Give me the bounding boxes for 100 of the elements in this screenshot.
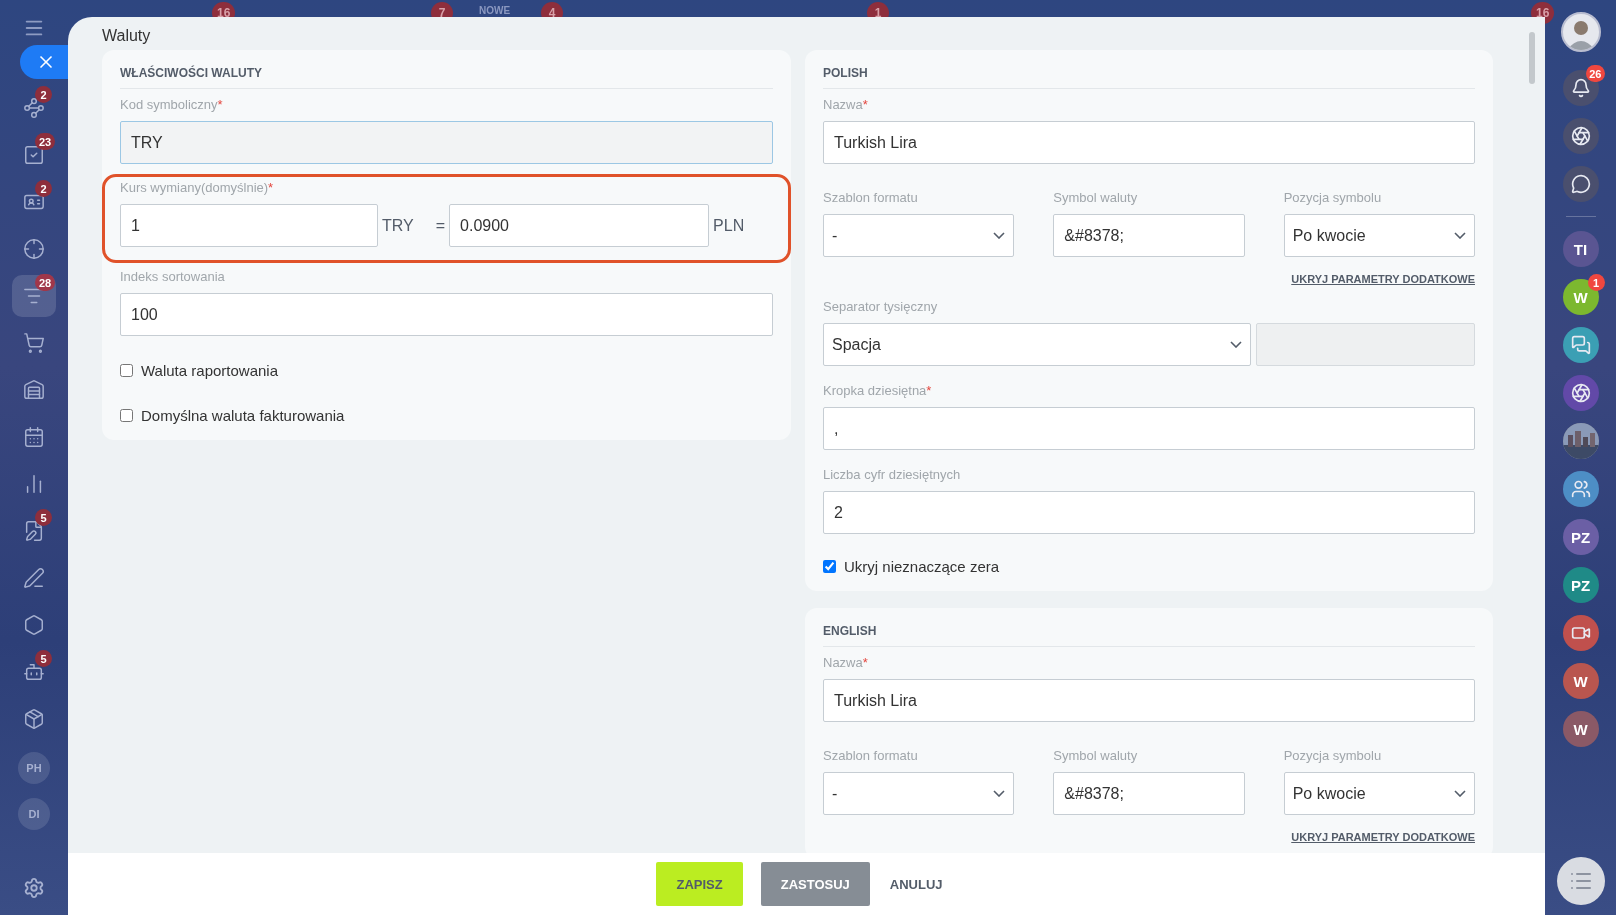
position-select[interactable]: Po kwocie xyxy=(1283,772,1475,815)
chevron-down-icon xyxy=(1454,232,1466,239)
chevron-down-icon xyxy=(1454,790,1466,797)
nav-item[interactable]: 5 xyxy=(12,651,56,693)
settings-icon[interactable] xyxy=(23,877,45,899)
count-badge: 5 xyxy=(35,509,52,526)
field-label: Kod symboliczny xyxy=(120,97,218,114)
hexagon-icon xyxy=(23,614,45,636)
initials-avatar[interactable]: W xyxy=(1562,711,1599,747)
required-mark: * xyxy=(217,97,223,114)
chevron-down-icon xyxy=(993,232,1006,239)
field-label: Kurs wymiany(domyślnie) xyxy=(120,180,269,197)
currency-code: TRY xyxy=(382,216,414,235)
count-badge: 28 xyxy=(35,274,56,291)
bell-icon xyxy=(1570,78,1591,98)
warehouse-icon xyxy=(23,379,45,401)
initials-avatar[interactable]: W xyxy=(1562,663,1599,699)
scrollbar-thumb[interactable] xyxy=(1529,32,1535,84)
field-label: Nazwa xyxy=(823,97,863,114)
nav-item[interactable]: 2 xyxy=(12,87,56,129)
checkbox-label: Waluta raportowania xyxy=(141,362,278,379)
sidebar-app-button[interactable] xyxy=(1562,471,1599,507)
robot-icon xyxy=(23,661,45,683)
count-badge: 26 xyxy=(1586,65,1605,82)
menu-button[interactable] xyxy=(1556,857,1605,905)
count-badge: 23 xyxy=(35,133,56,150)
field-label: Indeks sortowania xyxy=(120,269,225,286)
sidebar-app-button[interactable] xyxy=(1562,118,1599,154)
sidebar-app-button[interactable] xyxy=(1562,327,1599,363)
field-label: Symbol waluty xyxy=(1053,190,1138,207)
required-mark: * xyxy=(862,655,868,672)
nav-item[interactable]: 28 xyxy=(12,275,56,317)
position-select[interactable]: Po kwocie xyxy=(1283,214,1475,257)
page-title: Waluty xyxy=(102,27,152,45)
section-heading: ENGLISH xyxy=(823,608,1475,647)
field-label: Kropka dziesiętna xyxy=(823,383,927,400)
save-button[interactable]: ZAPISZ xyxy=(656,862,743,906)
messages-icon xyxy=(1570,335,1591,355)
rate-field[interactable]: 0.0900 xyxy=(449,204,710,247)
new-label: NOWE xyxy=(479,5,511,16)
field-label: Nazwa xyxy=(823,655,863,672)
nodes-icon xyxy=(23,97,45,119)
section-heading: POLISH xyxy=(823,50,1475,89)
decimals-field[interactable]: 2 xyxy=(823,491,1475,534)
close-button[interactable] xyxy=(20,45,68,79)
chat-icon xyxy=(1570,174,1591,194)
field-label: Szablon formatu xyxy=(823,748,918,765)
section-heading: WŁAŚCIWOŚCI WALUTY xyxy=(120,50,773,89)
field-label: Liczba cyfr dziesiętnych xyxy=(823,467,961,484)
format-select[interactable]: - xyxy=(823,772,1015,815)
chevron-down-icon xyxy=(1230,341,1242,348)
initials-avatar[interactable]: TI xyxy=(1562,231,1599,267)
count-badge: 2 xyxy=(35,86,52,103)
checkbox[interactable] xyxy=(120,364,133,377)
checkbox-label: Ukryj nieznaczące zera xyxy=(844,558,1000,575)
sidebar-app-button[interactable] xyxy=(1562,375,1599,411)
required-mark: * xyxy=(926,383,932,400)
sort-index-field[interactable]: 100 xyxy=(120,293,773,336)
sidebar-app-button[interactable] xyxy=(1562,166,1599,202)
document-pen-icon xyxy=(23,520,45,542)
nav-item[interactable]: 5 xyxy=(12,510,56,552)
required-mark: * xyxy=(268,180,274,197)
symbol-field[interactable]: &#8378; xyxy=(1053,214,1245,257)
checkbox[interactable] xyxy=(823,560,836,573)
checkbox-label: Domyślna waluta fakturowania xyxy=(141,407,345,424)
nav-item[interactable]: 23 xyxy=(12,134,56,176)
field-label: Separator tysięczny xyxy=(823,299,938,316)
initials-avatar[interactable]: PZ xyxy=(1562,567,1599,603)
symbol-field[interactable]: &#8378; xyxy=(1053,772,1245,815)
box-icon xyxy=(23,708,45,730)
hide-parameters-link[interactable]: UKRYJ PARAMETRY DODATKOWE xyxy=(1291,273,1475,285)
pen-icon xyxy=(23,567,45,589)
cart-icon xyxy=(23,332,45,354)
equals-sign: = xyxy=(435,216,446,235)
field-label: Pozycja symbolu xyxy=(1283,748,1382,765)
separator-select[interactable]: Spacja xyxy=(823,323,1251,366)
hide-parameters-link[interactable]: UKRYJ PARAMETRY DODATKOWE xyxy=(1291,831,1475,843)
sidebar-app-button[interactable] xyxy=(1562,615,1599,651)
count-badge: 5 xyxy=(35,650,52,667)
name-field[interactable]: Turkish Lira xyxy=(823,121,1475,164)
cancel-link[interactable]: ANULUJ xyxy=(887,862,945,906)
decimal-point-field[interactable]: , xyxy=(823,407,1475,450)
target-icon xyxy=(23,238,45,260)
initials-avatar[interactable]: PZ xyxy=(1562,519,1599,555)
calendar-icon xyxy=(23,426,45,448)
amount-field[interactable]: 1 xyxy=(120,204,378,247)
nav-item[interactable]: 2 xyxy=(12,181,56,223)
user-avatar[interactable] xyxy=(1560,12,1601,52)
sidebar-app-button[interactable] xyxy=(1562,70,1599,106)
checkbox[interactable] xyxy=(120,409,133,422)
task-check-icon xyxy=(23,144,45,166)
chevron-down-icon xyxy=(993,790,1006,797)
name-field[interactable]: Turkish Lira xyxy=(823,679,1475,722)
field-label: Symbol waluty xyxy=(1053,748,1138,765)
count-badge: 2 xyxy=(35,180,52,197)
field-label: Pozycja symbolu xyxy=(1283,190,1382,207)
format-select[interactable]: - xyxy=(823,214,1015,257)
field-label: Szablon formatu xyxy=(823,190,918,207)
users-icon xyxy=(1570,479,1591,499)
required-mark: * xyxy=(862,97,868,114)
